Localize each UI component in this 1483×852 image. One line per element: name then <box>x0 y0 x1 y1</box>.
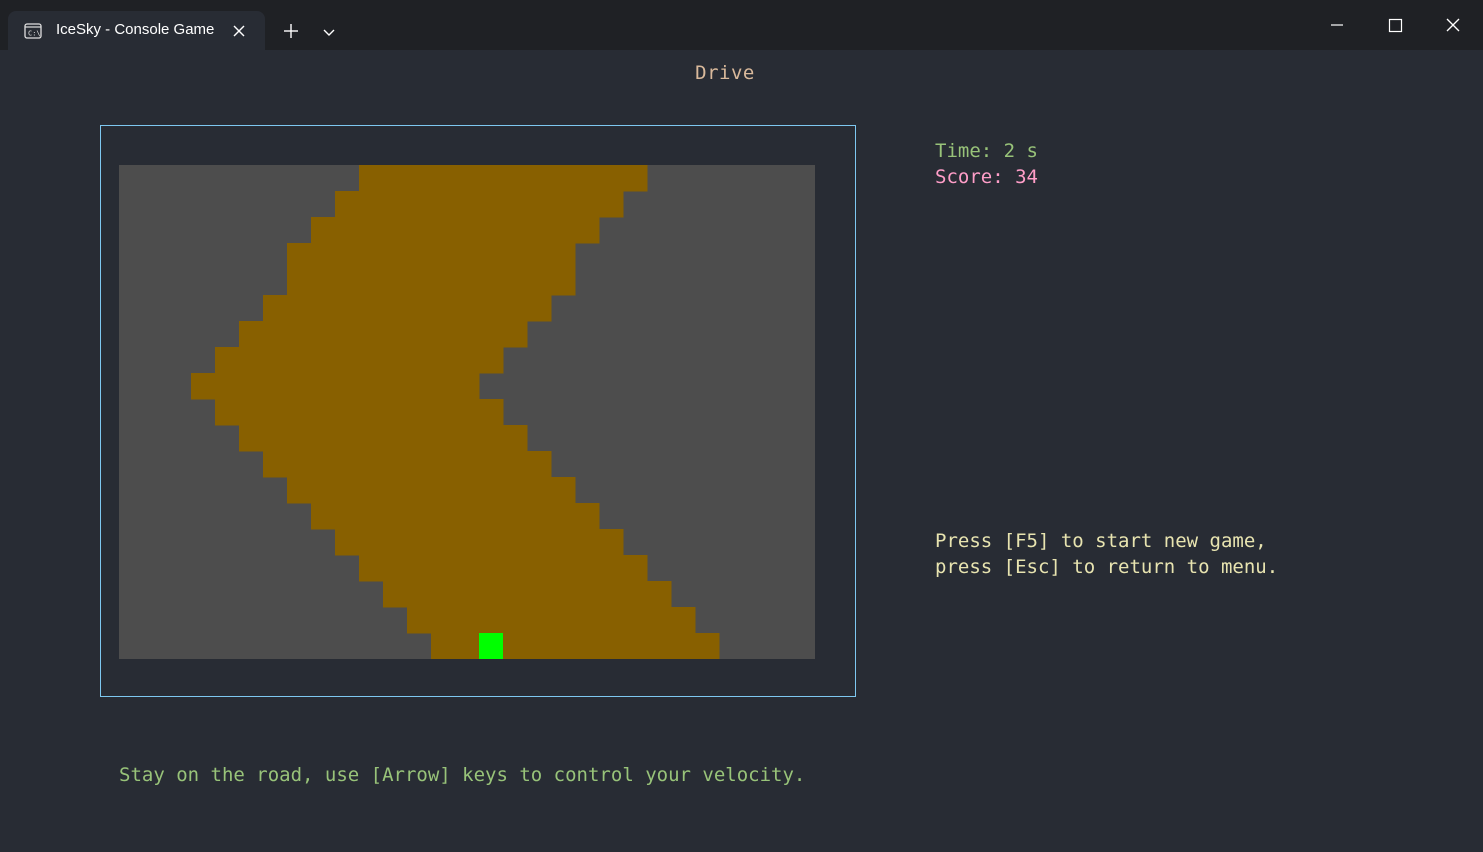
road-segment <box>311 217 600 244</box>
time-counter: Time: 2 s <box>935 140 1038 162</box>
road-segment <box>359 165 648 192</box>
chevron-down-icon[interactable] <box>318 21 340 43</box>
road-segment <box>335 529 624 556</box>
road-segment <box>263 295 552 322</box>
score-counter: Score: 34 <box>935 166 1038 188</box>
new-tab-plus-icon[interactable] <box>279 19 303 43</box>
instructions-text: Stay on the road, use [Arrow] keys to co… <box>119 764 806 786</box>
road-segment <box>239 425 528 452</box>
road-segment <box>383 581 672 608</box>
svg-text:C:\: C:\ <box>28 30 41 38</box>
road-segment <box>287 243 576 270</box>
road-segment <box>215 399 504 426</box>
road-segment <box>359 555 648 582</box>
road-segment <box>287 477 576 504</box>
game-title: Drive <box>695 62 755 84</box>
road-segment <box>215 347 504 374</box>
road-segment <box>191 373 480 400</box>
close-tab-icon[interactable] <box>232 24 246 38</box>
maximize-icon[interactable] <box>1380 10 1410 40</box>
road-segment <box>263 451 552 478</box>
close-window-icon[interactable] <box>1438 10 1468 40</box>
road-segment <box>311 503 600 530</box>
road-segment <box>335 191 624 218</box>
terminal-icon: C:\ <box>24 23 42 39</box>
road-segment <box>287 269 576 296</box>
road-segment <box>431 633 720 659</box>
tab-console-game[interactable]: C:\ IceSky - Console Game <box>8 11 265 50</box>
game-field <box>119 165 815 659</box>
road-segment <box>239 321 528 348</box>
title-bar: C:\ IceSky - Console Game <box>0 0 1483 50</box>
player-car <box>479 633 503 659</box>
road-grid <box>119 165 815 659</box>
return-menu-hint: press [Esc] to return to menu. <box>935 556 1279 578</box>
new-game-hint: Press [F5] to start new game, <box>935 530 1267 552</box>
tab-title: IceSky - Console Game <box>56 21 215 38</box>
minimize-icon[interactable] <box>1322 10 1352 40</box>
road-segment <box>407 607 696 634</box>
